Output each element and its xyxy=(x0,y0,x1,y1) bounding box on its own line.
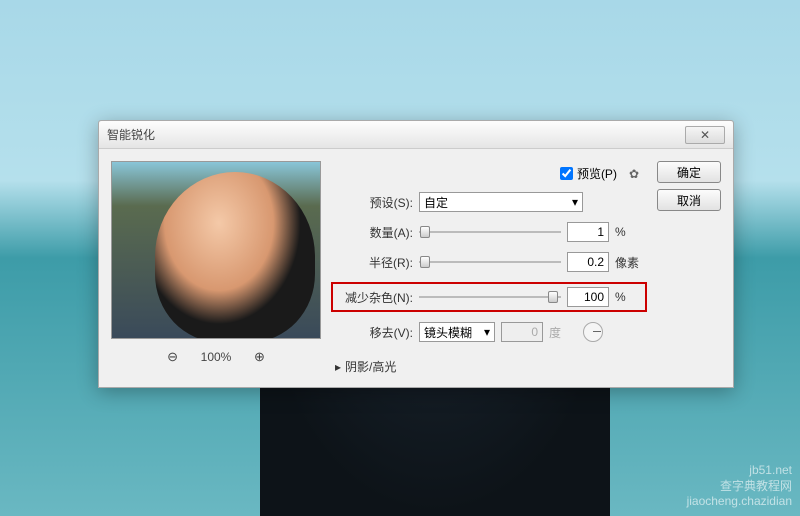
watermark-line1: jb51.net xyxy=(687,463,792,477)
preset-value: 自定 xyxy=(424,194,448,211)
reduce-noise-slider[interactable] xyxy=(419,289,561,305)
amount-slider-track xyxy=(419,231,561,233)
remove-row: 移去(V): 镜头模糊 ▾ 0 度 xyxy=(335,322,643,342)
amount-unit: % xyxy=(615,225,643,239)
reduce-noise-slider-thumb[interactable] xyxy=(548,291,558,303)
reduce-noise-slider-track xyxy=(419,296,561,298)
watermark-line3: jiaocheng.chazidian xyxy=(687,494,792,508)
amount-row: 数量(A): 1 % xyxy=(335,222,643,242)
zoom-in-icon[interactable]: ⊕ xyxy=(254,349,265,365)
preview-checkbox[interactable] xyxy=(560,167,573,180)
reduce-noise-label: 减少杂色(N): xyxy=(335,289,413,306)
controls-column: 预览(P) ✿ 预设(S): 自定 ▾ 数量(A): 1 % xyxy=(335,161,643,375)
dialog-body: ⊖ 100% ⊕ 预览(P) ✿ 预设(S): 自定 ▾ xyxy=(99,149,733,387)
watermark-line2: 查字典教程网 xyxy=(687,477,792,494)
button-column: 确定 取消 xyxy=(657,161,721,375)
preview-column: ⊖ 100% ⊕ xyxy=(111,161,321,375)
remove-label: 移去(V): xyxy=(335,324,413,341)
shadows-highlights-disclosure[interactable]: ▸ 阴影/高光 xyxy=(335,358,643,375)
ok-button[interactable]: 确定 xyxy=(657,161,721,183)
preview-checkbox-text: 预览(P) xyxy=(577,165,617,182)
amount-slider[interactable] xyxy=(419,224,561,240)
chevron-down-icon: ▾ xyxy=(484,325,490,339)
amount-slider-thumb[interactable] xyxy=(420,226,430,238)
gear-icon[interactable]: ✿ xyxy=(629,167,639,181)
preview-image[interactable] xyxy=(111,161,321,339)
amount-input[interactable]: 1 xyxy=(567,222,609,242)
triangle-right-icon: ▸ xyxy=(335,360,341,374)
zoom-controls: ⊖ 100% ⊕ xyxy=(111,349,321,365)
remove-degree-input: 0 xyxy=(501,322,543,342)
shadows-highlights-label: 阴影/高光 xyxy=(345,358,396,375)
close-button[interactable]: ✕ xyxy=(685,126,725,144)
smart-sharpen-dialog: 智能锐化 ✕ ⊖ 100% ⊕ 预览(P) ✿ xyxy=(98,120,734,388)
radius-input[interactable]: 0.2 xyxy=(567,252,609,272)
radius-slider[interactable] xyxy=(419,254,561,270)
radius-unit: 像素 xyxy=(615,254,643,271)
dialog-titlebar[interactable]: 智能锐化 ✕ xyxy=(99,121,733,149)
preset-row: 预设(S): 自定 ▾ xyxy=(335,192,643,212)
amount-label: 数量(A): xyxy=(335,224,413,241)
preset-dropdown[interactable]: 自定 ▾ xyxy=(419,192,583,212)
radius-slider-thumb[interactable] xyxy=(420,256,430,268)
reduce-noise-unit: % xyxy=(615,290,643,304)
preset-label: 预设(S): xyxy=(335,194,413,211)
radius-row: 半径(R): 0.2 像素 xyxy=(335,252,643,272)
remove-value: 镜头模糊 xyxy=(424,324,472,341)
cancel-button[interactable]: 取消 xyxy=(657,189,721,211)
preview-face xyxy=(155,172,315,339)
reduce-noise-row: 减少杂色(N): 100 % xyxy=(331,282,647,312)
radius-slider-track xyxy=(419,261,561,263)
remove-degree-unit: 度 xyxy=(549,324,577,341)
close-icon: ✕ xyxy=(700,128,710,142)
dialog-title: 智能锐化 xyxy=(107,126,685,143)
angle-dial[interactable] xyxy=(583,322,603,342)
zoom-out-icon[interactable]: ⊖ xyxy=(167,349,178,365)
reduce-noise-input[interactable]: 100 xyxy=(567,287,609,307)
preview-checkbox-row: 预览(P) ✿ xyxy=(335,165,643,182)
radius-label: 半径(R): xyxy=(335,254,413,271)
zoom-percent: 100% xyxy=(196,350,236,364)
preview-checkbox-label[interactable]: 预览(P) xyxy=(560,165,617,182)
remove-dropdown[interactable]: 镜头模糊 ▾ xyxy=(419,322,495,342)
chevron-down-icon: ▾ xyxy=(572,195,578,209)
watermark-bottom-right: jb51.net 查字典教程网 jiaocheng.chazidian xyxy=(687,463,792,508)
